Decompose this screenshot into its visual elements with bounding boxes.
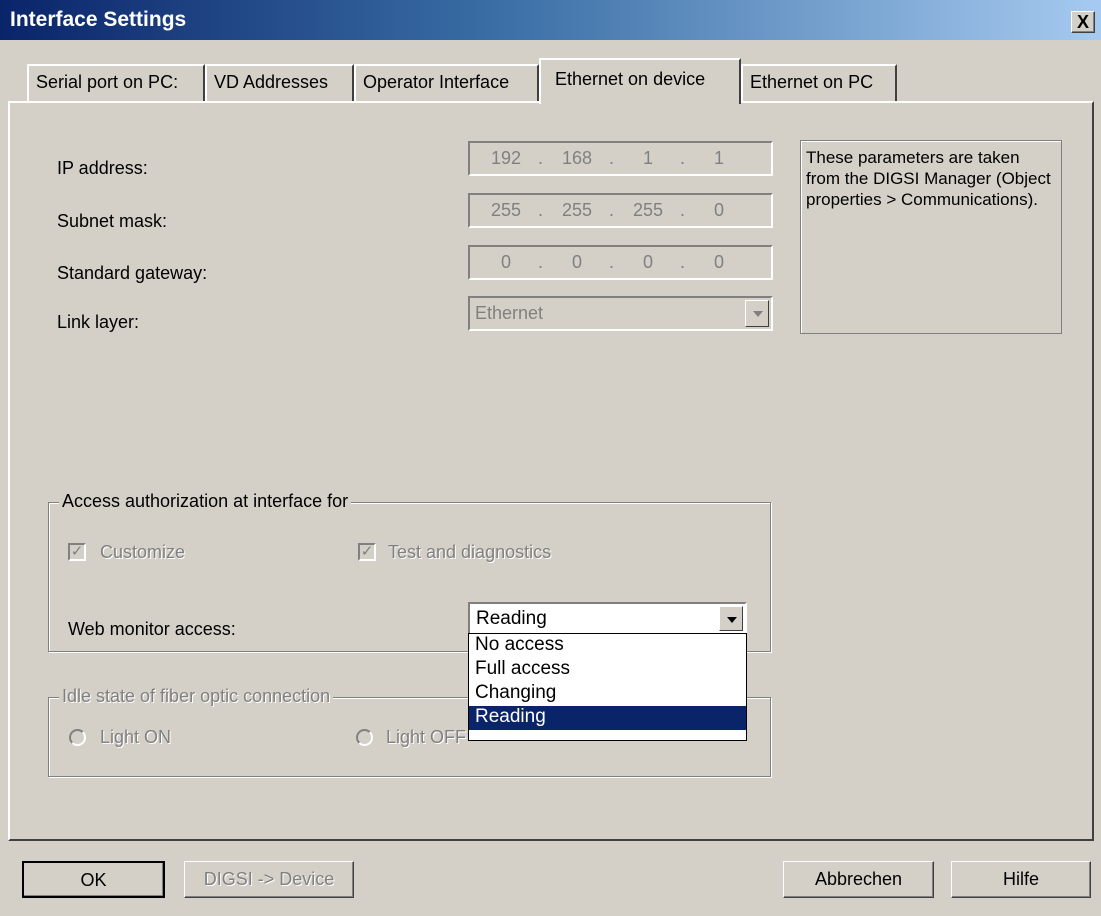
idle-group-label: Idle state of fiber optic connection <box>59 686 334 707</box>
tab-ethernet-on-pc[interactable]: Ethernet on PC <box>741 64 897 102</box>
ip-octet: 1 <box>642 148 653 168</box>
subnet-mask-field: 255 . 255 . 255 . 0 <box>468 193 773 228</box>
tab-ethernet-on-device[interactable]: Ethernet on device <box>539 58 741 104</box>
window-title: Interface Settings <box>10 8 187 31</box>
option-changing[interactable]: Changing <box>469 682 746 706</box>
light-on-label: Light ON <box>100 727 172 747</box>
help-button[interactable]: Hilfe <box>951 861 1091 898</box>
tab-label: VD Addresses <box>214 72 329 92</box>
customize-label: Customize <box>100 542 186 562</box>
ip-octet: 1 <box>713 148 724 168</box>
title-bar: Interface Settings X <box>0 0 1101 40</box>
web-monitor-access-select[interactable]: Reading <box>468 602 747 635</box>
standard-gateway-field: 0 . 0 . 0 . 0 <box>468 245 773 280</box>
digsi-to-device-button[interactable]: DIGSI -> Device <box>184 861 354 898</box>
subnet-octet: 255 <box>561 200 593 220</box>
standard-gateway-label: Standard gateway: <box>57 263 208 283</box>
gateway-octet: 0 <box>713 252 724 272</box>
option-reading[interactable]: Reading <box>469 706 746 730</box>
tab-serial-port[interactable]: Serial port on PC: <box>27 64 205 102</box>
tab-label: Ethernet on device <box>555 69 706 89</box>
link-layer-label: Link layer: <box>57 312 140 332</box>
info-note: These parameters are taken from the DIGS… <box>800 140 1062 334</box>
light-off-radio[interactable] <box>356 729 373 746</box>
gateway-octet: 0 <box>500 252 511 272</box>
link-layer-value: Ethernet <box>475 303 544 323</box>
interface-settings-dialog: Interface Settings X Serial port on PC: … <box>0 0 1101 916</box>
light-on-radio[interactable] <box>69 729 86 746</box>
cancel-button[interactable]: Abbrechen <box>783 861 934 898</box>
web-monitor-access-options: No access Full access Changing Reading <box>468 633 747 741</box>
tab-label: Ethernet on PC <box>750 72 874 92</box>
test-diagnostics-label: Test and diagnostics <box>388 542 552 562</box>
tab-operator-interface[interactable]: Operator Interface <box>354 64 539 102</box>
option-full-access[interactable]: Full access <box>469 658 746 682</box>
tab-vd-addresses[interactable]: VD Addresses <box>205 64 354 102</box>
chevron-down-icon <box>745 300 769 327</box>
ip-address-label: IP address: <box>57 158 148 178</box>
ip-octet: 192 <box>490 148 522 168</box>
close-icon[interactable]: X <box>1071 11 1095 33</box>
gateway-octet: 0 <box>571 252 582 272</box>
web-monitor-access-value: Reading <box>476 608 547 629</box>
subnet-octet: 255 <box>632 200 664 220</box>
light-off-label: Light OFF <box>386 727 467 747</box>
chevron-down-icon[interactable] <box>719 606 743 631</box>
access-group-label: Access authorization at interface for <box>59 491 352 512</box>
option-no-access[interactable]: No access <box>469 634 746 658</box>
ip-address-field: 192 . 168 . 1 . 1 <box>468 141 773 176</box>
tab-label: Operator Interface <box>363 72 510 92</box>
gateway-octet: 0 <box>642 252 653 272</box>
customize-checkbox[interactable]: ✓ <box>68 543 86 561</box>
web-monitor-access-label: Web monitor access: <box>68 619 236 639</box>
link-layer-select: Ethernet <box>468 296 773 331</box>
subnet-octet: 255 <box>490 200 522 220</box>
ok-button[interactable]: OK <box>22 861 165 898</box>
subnet-octet: 0 <box>713 200 724 220</box>
tab-label: Serial port on PC: <box>36 72 179 92</box>
ip-octet: 168 <box>561 148 593 168</box>
test-diagnostics-checkbox[interactable]: ✓ <box>358 543 376 561</box>
subnet-mask-label: Subnet mask: <box>57 211 168 231</box>
